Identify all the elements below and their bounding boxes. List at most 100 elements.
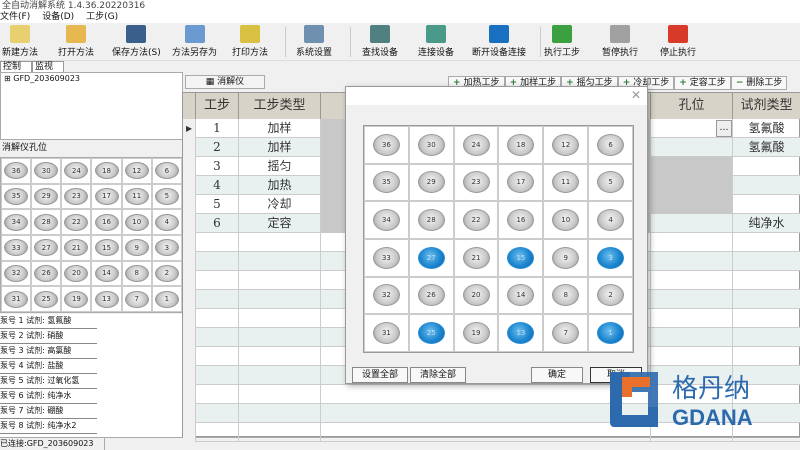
dialog-hole-2[interactable]: 2 bbox=[597, 284, 625, 307]
table-cell[interactable] bbox=[733, 290, 800, 309]
table-cell[interactable] bbox=[196, 290, 239, 309]
row-selector[interactable] bbox=[183, 366, 196, 385]
row-selector[interactable] bbox=[183, 328, 196, 347]
dialog-hole-17[interactable]: 17 bbox=[507, 171, 535, 194]
toolbar-button[interactable]: 打印方法 bbox=[232, 25, 268, 58]
dialog-hole-20[interactable]: 20 bbox=[462, 284, 490, 307]
dialog-hole-26[interactable]: 26 bbox=[417, 284, 445, 307]
table-cell[interactable] bbox=[733, 309, 800, 328]
step-button[interactable]: + 定容工步 bbox=[674, 76, 731, 90]
table-cell[interactable] bbox=[239, 290, 321, 309]
toolbar-button[interactable]: 停止执行 bbox=[660, 25, 696, 58]
dialog-hole-33[interactable]: 33 bbox=[372, 246, 400, 269]
table-cell[interactable] bbox=[733, 328, 800, 347]
hole-8[interactable]: 8 bbox=[124, 264, 149, 282]
hole-17[interactable]: 17 bbox=[94, 187, 119, 205]
row-selector[interactable] bbox=[183, 385, 196, 404]
hole-36[interactable]: 36 bbox=[4, 162, 29, 180]
toolbar-button[interactable]: 查找设备 bbox=[362, 25, 398, 58]
table-cell[interactable] bbox=[651, 214, 733, 233]
row-selector[interactable] bbox=[183, 271, 196, 290]
dialog-hole-4[interactable]: 4 bbox=[597, 209, 625, 232]
table-cell[interactable]: 6 bbox=[196, 214, 239, 233]
toolbar-button[interactable]: 新建方法 bbox=[2, 25, 38, 58]
hole-21[interactable]: 21 bbox=[64, 239, 89, 257]
dialog-hole-1[interactable]: 1 bbox=[597, 322, 625, 345]
table-cell[interactable] bbox=[196, 233, 239, 252]
table-cell[interactable]: 纯净水 bbox=[733, 214, 800, 233]
tree-node-device[interactable]: GFD_203609023 bbox=[13, 74, 80, 83]
table-cell[interactable] bbox=[196, 366, 239, 385]
dialog-hole-31[interactable]: 31 bbox=[372, 322, 400, 345]
tab-control[interactable]: 控制 bbox=[0, 61, 33, 72]
hole-20[interactable]: 20 bbox=[64, 264, 89, 282]
table-cell[interactable] bbox=[239, 347, 321, 366]
row-selector[interactable] bbox=[183, 404, 196, 423]
table-cell[interactable] bbox=[196, 252, 239, 271]
hole-27[interactable]: 27 bbox=[34, 239, 59, 257]
toolbar-button[interactable]: 暂停执行 bbox=[602, 25, 638, 58]
row-selector[interactable] bbox=[183, 233, 196, 252]
ellipsis-button[interactable]: … bbox=[716, 120, 732, 137]
table-cell[interactable] bbox=[651, 309, 733, 328]
table-cell[interactable] bbox=[239, 423, 321, 442]
hole-7[interactable]: 7 bbox=[124, 290, 149, 308]
table-cell[interactable] bbox=[196, 385, 239, 404]
table-cell[interactable] bbox=[733, 195, 800, 214]
table-cell[interactable] bbox=[651, 176, 733, 195]
table-cell[interactable] bbox=[733, 157, 800, 176]
table-cell[interactable] bbox=[651, 233, 733, 252]
table-cell[interactable] bbox=[651, 328, 733, 347]
hole-19[interactable]: 19 bbox=[64, 290, 89, 308]
dialog-hole-9[interactable]: 9 bbox=[552, 246, 580, 269]
hole-13[interactable]: 13 bbox=[94, 290, 119, 308]
table-cell[interactable] bbox=[651, 195, 733, 214]
table-cell[interactable]: 2 bbox=[196, 138, 239, 157]
toolbar-button[interactable]: 保存方法(S) bbox=[112, 25, 161, 58]
dialog-hole-27[interactable]: 27 bbox=[417, 246, 445, 269]
table-cell[interactable] bbox=[239, 404, 321, 423]
table-cell[interactable]: 1 bbox=[196, 119, 239, 138]
table-cell[interactable]: 3 bbox=[196, 157, 239, 176]
dialog-hole-35[interactable]: 35 bbox=[372, 171, 400, 194]
hole-29[interactable]: 29 bbox=[34, 187, 59, 205]
table-cell[interactable]: 5 bbox=[196, 195, 239, 214]
row-selector[interactable] bbox=[183, 290, 196, 309]
pump-item[interactable]: 泵号 1 试剂: 氢氟酸 bbox=[0, 314, 97, 329]
dialog-hole-36[interactable]: 36 bbox=[372, 133, 400, 156]
hole-32[interactable]: 32 bbox=[4, 264, 29, 282]
hole-28[interactable]: 28 bbox=[34, 213, 59, 231]
hole-2[interactable]: 2 bbox=[154, 264, 179, 282]
column-header[interactable]: 试剂类型 bbox=[733, 93, 800, 119]
pump-item[interactable]: 泵号 3 试剂: 高氯酸 bbox=[0, 344, 97, 359]
pump-item[interactable]: 泵号 6 试剂: 纯净水 bbox=[0, 389, 97, 404]
dialog-hole-18[interactable]: 18 bbox=[507, 133, 535, 156]
dialog-hole-11[interactable]: 11 bbox=[552, 171, 580, 194]
row-selector[interactable] bbox=[183, 195, 196, 214]
dialog-hole-15[interactable]: 15 bbox=[507, 246, 535, 269]
table-cell[interactable]: 摇匀 bbox=[239, 157, 321, 176]
table-cell[interactable] bbox=[651, 271, 733, 290]
table-cell[interactable] bbox=[651, 157, 733, 176]
hole-14[interactable]: 14 bbox=[94, 264, 119, 282]
expand-icon[interactable]: ⊞ bbox=[4, 74, 13, 83]
set-all-button[interactable]: 设置全部 bbox=[352, 367, 408, 383]
table-cell[interactable]: 加热 bbox=[239, 176, 321, 195]
table-cell[interactable] bbox=[651, 252, 733, 271]
toolbar-button[interactable]: 方法另存为 bbox=[172, 25, 217, 58]
menu-step[interactable]: 工步(G) bbox=[86, 12, 118, 23]
dialog-hole-28[interactable]: 28 bbox=[417, 209, 445, 232]
dialog-hole-8[interactable]: 8 bbox=[552, 284, 580, 307]
table-cell[interactable] bbox=[196, 271, 239, 290]
row-selector[interactable] bbox=[183, 138, 196, 157]
table-cell[interactable] bbox=[196, 328, 239, 347]
table-cell[interactable] bbox=[651, 290, 733, 309]
row-selector[interactable] bbox=[183, 176, 196, 195]
hole-5[interactable]: 5 bbox=[154, 187, 179, 205]
table-cell[interactable] bbox=[733, 347, 800, 366]
pump-item[interactable]: 泵号 5 试剂: 过氧化氢 bbox=[0, 374, 97, 389]
pump-item[interactable]: 泵号 8 试剂: 纯净水2 bbox=[0, 419, 97, 434]
hole-35[interactable]: 35 bbox=[4, 187, 29, 205]
dialog-hole-6[interactable]: 6 bbox=[597, 133, 625, 156]
dialog-hole-12[interactable]: 12 bbox=[552, 133, 580, 156]
